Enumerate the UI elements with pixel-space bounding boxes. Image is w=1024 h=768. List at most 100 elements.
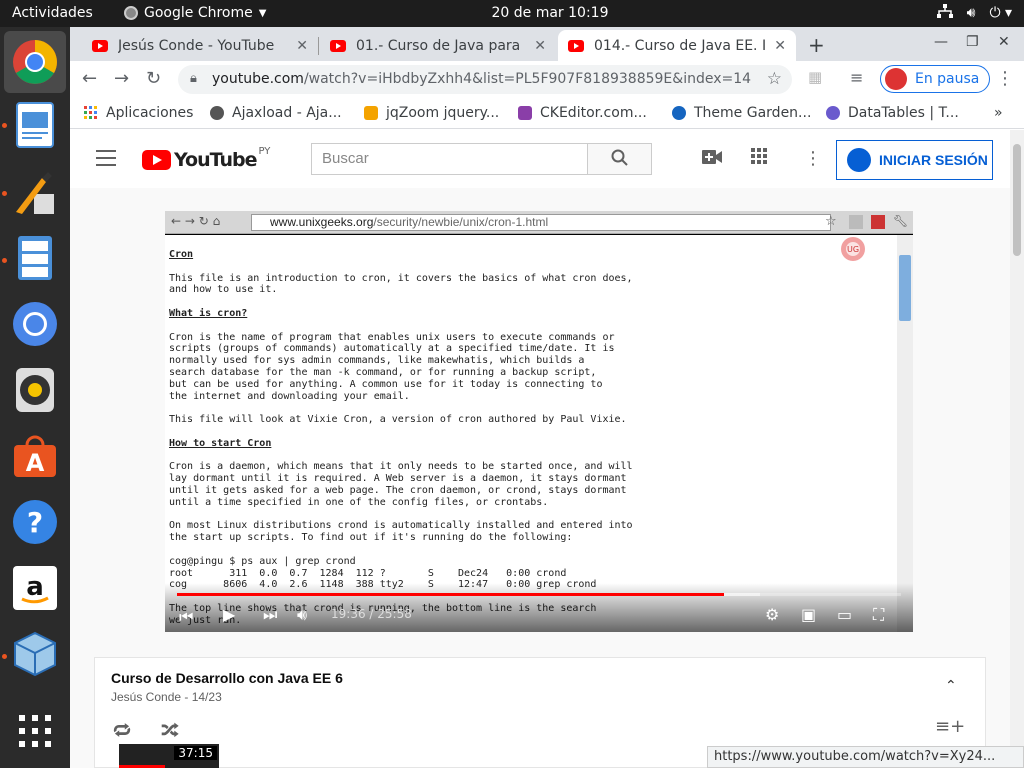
dock-file-manager[interactable] bbox=[11, 234, 59, 282]
dock-document-viewer[interactable] bbox=[11, 101, 59, 149]
save-playlist-icon[interactable]: ≡+ bbox=[935, 716, 965, 737]
youtube-logo[interactable]: YouTube PY bbox=[142, 145, 271, 171]
tab-strip: Jesús Conde - YouTube ✕ 01.- Curso de Ja… bbox=[70, 27, 1024, 61]
loop-icon[interactable]: 🔁︎ bbox=[113, 716, 131, 743]
volume-icon[interactable]: 🔊︎ bbox=[297, 605, 307, 625]
video-page-content: UG Cron This file is an introduction to … bbox=[165, 235, 897, 632]
software-center-icon: A bbox=[14, 435, 56, 477]
document-viewer-icon bbox=[16, 102, 54, 148]
apps-grid-icon[interactable] bbox=[751, 148, 767, 169]
next-icon[interactable]: ⏭︎ bbox=[263, 605, 277, 625]
video-inner-scroll-thumb bbox=[899, 255, 911, 321]
sign-in-label: INICIAR SESIÓN bbox=[879, 152, 988, 168]
media-controls-icon[interactable]: ≡ bbox=[850, 68, 863, 87]
dock-virtualbox[interactable] bbox=[11, 630, 59, 678]
reload-icon[interactable]: ↻ bbox=[146, 68, 161, 89]
bookmarks-bar: Aplicaciones Ajaxload - Aja... jqZoom jq… bbox=[70, 99, 1024, 129]
article-line: the internet and downloading your email. bbox=[169, 390, 410, 402]
search-input[interactable]: Buscar bbox=[311, 143, 588, 175]
dock-help[interactable]: ? bbox=[11, 498, 59, 546]
dock-image-editor[interactable] bbox=[11, 169, 59, 217]
article-line: but can be used for anything. A common u… bbox=[169, 378, 603, 390]
bookmark-ajaxload[interactable]: Ajaxload - Aja... bbox=[210, 105, 342, 121]
video-url-path: /security/newbie/unix/cron-1.html bbox=[373, 215, 549, 229]
play-icon[interactable]: ▶ bbox=[223, 605, 235, 624]
tab-java-course[interactable]: 01.- Curso de Java para pr ✕ bbox=[320, 30, 556, 61]
page-scrollbar[interactable] bbox=[1010, 130, 1024, 768]
svg-text:?: ? bbox=[27, 506, 43, 539]
bookmark-ckeditor[interactable]: CKEditor.com... bbox=[518, 105, 647, 121]
article-line: and how to use it. bbox=[169, 284, 278, 296]
dock-chrome[interactable] bbox=[4, 31, 66, 93]
chrome-menu-icon[interactable]: ⋮ bbox=[996, 68, 1014, 89]
apps-grid-icon bbox=[84, 106, 97, 119]
tab-channel[interactable]: Jesús Conde - YouTube ✕ bbox=[82, 30, 318, 61]
miniplayer-icon[interactable]: ▣ bbox=[801, 605, 816, 624]
profile-avatar bbox=[885, 68, 907, 90]
new-tab-button[interactable]: + bbox=[808, 33, 825, 57]
tab-title: 014.- Curso de Java EE. Int bbox=[594, 37, 767, 54]
hamburger-menu-icon[interactable] bbox=[96, 150, 116, 171]
sign-in-button[interactable]: INICIAR SESIÓN bbox=[836, 140, 993, 180]
dock-amazon[interactable]: a bbox=[11, 564, 59, 612]
article-heading: What is cron? bbox=[169, 307, 248, 319]
playlist-title[interactable]: Curso de Desarrollo con Java EE 6 bbox=[111, 670, 343, 686]
playlist-item-thumbnail[interactable]: 37:15 bbox=[119, 744, 219, 768]
progress-bar[interactable] bbox=[177, 593, 901, 596]
article-heading: How to start Cron bbox=[169, 437, 272, 449]
dock-chromium[interactable] bbox=[11, 300, 59, 348]
fullscreen-icon[interactable]: ⛶ bbox=[873, 605, 884, 625]
bookmark-star-icon[interactable]: ☆ bbox=[767, 69, 782, 89]
dock-show-apps[interactable] bbox=[11, 707, 59, 755]
close-tab-icon[interactable]: ✕ bbox=[296, 38, 308, 54]
close-window-button[interactable]: ✕ bbox=[998, 34, 1010, 50]
extension-icon[interactable]: ▦ bbox=[808, 68, 822, 86]
settings-gear-icon[interactable]: ⚙︎ bbox=[765, 605, 779, 624]
shuffle-icon[interactable]: 🔀︎ bbox=[161, 716, 179, 743]
volume-icon: 🔊︎ bbox=[966, 5, 976, 21]
article-line bbox=[169, 450, 633, 462]
bookmark-jqzoom[interactable]: jqZoom jquery... bbox=[364, 105, 499, 121]
article-line: the start up scripts. To find out if it'… bbox=[169, 532, 573, 544]
more-bookmarks-icon[interactable]: » bbox=[994, 105, 1003, 121]
bookmark-apps[interactable]: Aplicaciones bbox=[84, 105, 193, 121]
chrome-icon bbox=[13, 40, 57, 84]
close-tab-icon[interactable]: ✕ bbox=[534, 38, 546, 54]
video-addon-icon bbox=[871, 215, 885, 229]
dock-software-center[interactable]: A bbox=[11, 432, 59, 480]
virtualbox-icon bbox=[14, 631, 56, 677]
article-line: On most Linux distributions crond is aut… bbox=[169, 520, 633, 532]
system-tray[interactable]: 🔊︎ ⏻ ▾ bbox=[936, 4, 1012, 22]
country-code: PY bbox=[258, 145, 271, 157]
back-arrow-icon[interactable]: ← bbox=[82, 68, 97, 89]
collapse-chevron-icon[interactable]: ⌃ bbox=[945, 678, 957, 694]
datatables-icon bbox=[826, 106, 840, 120]
video-player[interactable]: ← → ↻ ⌂ www.unixgeeks.org/security/newbi… bbox=[165, 211, 913, 632]
minimize-button[interactable]: — bbox=[934, 34, 948, 50]
restore-button[interactable]: ❐ bbox=[966, 34, 979, 50]
create-video-icon[interactable] bbox=[702, 148, 722, 169]
previous-icon[interactable]: ⏮︎ bbox=[179, 607, 193, 627]
network-icon bbox=[936, 4, 953, 22]
running-indicator bbox=[2, 258, 7, 263]
settings-kebab-icon[interactable]: ⋮ bbox=[804, 148, 822, 169]
address-bar[interactable]: 🔒︎ youtube.com/watch?v=iHbdbyZxhh4&list=… bbox=[178, 65, 792, 94]
profile-paused-button[interactable]: En pausa bbox=[880, 65, 991, 93]
search-button[interactable] bbox=[587, 143, 652, 175]
bookmark-datatables[interactable]: DataTables | T... bbox=[826, 105, 959, 121]
bookmark-label: Aplicaciones bbox=[106, 105, 194, 121]
account-icon bbox=[847, 148, 871, 172]
bookmark-theme-garden[interactable]: Theme Garden... bbox=[672, 105, 811, 121]
file-cabinet-icon bbox=[18, 236, 52, 280]
article-line: scripts (groups of commands) automatical… bbox=[169, 343, 615, 355]
article-line bbox=[169, 426, 633, 438]
page-scroll-thumb[interactable] bbox=[1013, 144, 1021, 256]
tab-java-ee-active[interactable]: 014.- Curso de Java EE. Int ✕ bbox=[558, 30, 796, 61]
clock[interactable]: 20 de mar 10:19 bbox=[0, 5, 1024, 21]
running-indicator bbox=[2, 191, 7, 196]
dock-rhythmbox[interactable] bbox=[11, 366, 59, 414]
forward-arrow-icon[interactable]: → bbox=[114, 68, 129, 89]
globe-icon bbox=[210, 106, 224, 120]
theater-mode-icon[interactable]: ▭ bbox=[837, 605, 852, 624]
close-tab-icon[interactable]: ✕ bbox=[774, 38, 786, 54]
